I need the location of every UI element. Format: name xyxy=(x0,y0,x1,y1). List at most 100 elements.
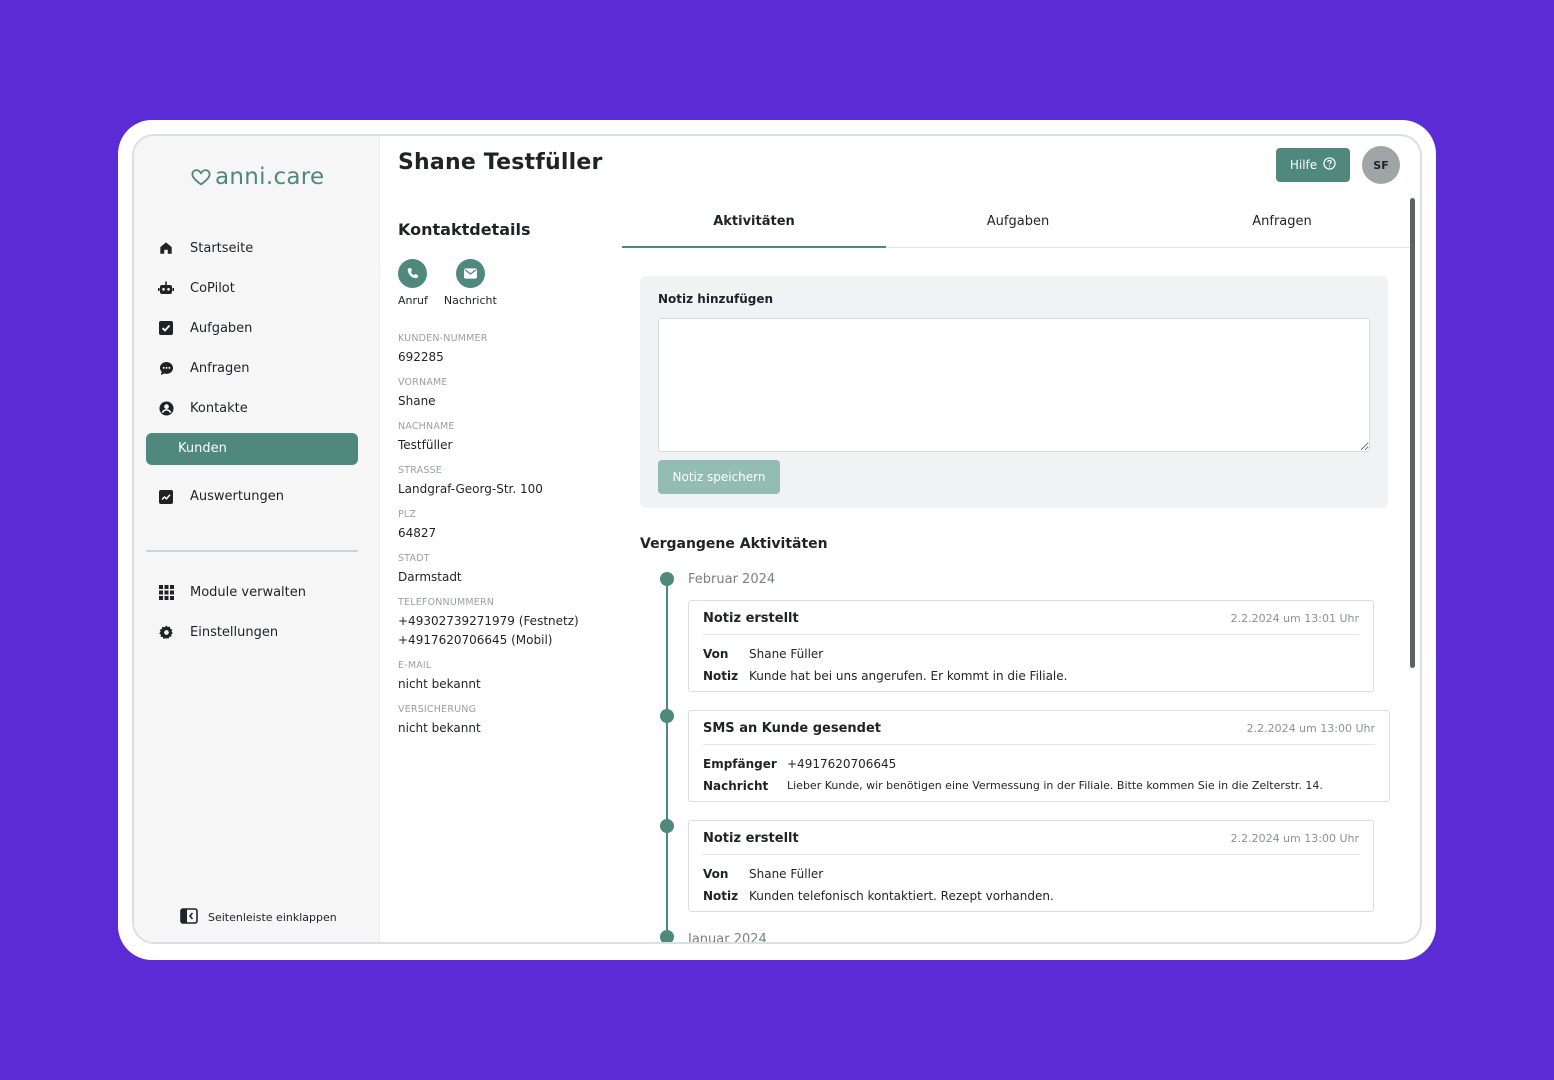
main-content: Shane Testfüller Hilfe SF Kontaktdetails… xyxy=(380,136,1420,942)
activity-row: Von Shane Füller xyxy=(703,643,1359,665)
activity-details: Von Shane Füller Notiz Kunden telefonisch … xyxy=(703,855,1359,907)
activity-key: Von xyxy=(703,647,729,661)
activity-header: SMS an Kunde gesendet 2.2.2024 um 13:00 … xyxy=(703,719,1375,745)
help-button[interactable]: Hilfe xyxy=(1276,148,1350,182)
sidebar-item-copilot[interactable]: CoPilot xyxy=(146,272,358,304)
activity-key: Nachricht xyxy=(703,779,769,793)
sidebar-item-einstellungen[interactable]: Einstellungen xyxy=(146,616,358,648)
field-value: nicht bekannt xyxy=(398,677,481,691)
past-activities-heading: Vergangene Aktivitäten xyxy=(640,536,828,552)
sidebar-secondary-nav: Module verwalten Einstellungen xyxy=(146,576,358,656)
field-label: KUNDEN-NUMMER xyxy=(398,333,488,344)
activity-value: Shane Füller xyxy=(749,647,824,661)
phone-icon xyxy=(398,259,428,288)
activity-key: Notiz xyxy=(703,669,739,683)
field-label: VORNAME xyxy=(398,377,448,388)
field-label: TELEFONNUMMERN xyxy=(398,597,495,608)
activity-row: Notiz Kunde hat bei uns angerufen. Er kom… xyxy=(703,665,1359,687)
field-value: nicht bekannt xyxy=(398,721,481,735)
field-value: 64827 xyxy=(398,526,437,540)
sidebar-item-label: Anfragen xyxy=(190,361,250,377)
activity-row: Nachricht Lieber Kunde, wir benötigen ein… xyxy=(703,775,1375,797)
field-email: E-MAIL nicht bekannt xyxy=(398,660,618,694)
logo-text: anni.care xyxy=(215,164,325,190)
sidebar-item-startseite[interactable]: Startseite xyxy=(146,232,358,264)
tab-anfragen[interactable]: Anfragen xyxy=(1150,204,1414,247)
field-label: VERSICHERUNG xyxy=(398,704,477,715)
page-title: Shane Testfüller xyxy=(398,150,603,175)
activity-row: Notiz Kunden telefonisch kontaktiert. Rez… xyxy=(703,885,1359,907)
activity-key: Empfänger xyxy=(703,757,777,771)
sidebar-item-label: Kunden xyxy=(178,441,227,457)
field-street: STRAßE Landgraf-Georg-Str. 100 xyxy=(398,465,618,499)
note-textarea[interactable] xyxy=(658,318,1370,452)
device-frame: anni.care Startseite CoPilot Aufgaben An… xyxy=(118,120,1436,960)
robot-icon xyxy=(158,280,174,296)
sidebar-item-aufgaben[interactable]: Aufgaben xyxy=(146,312,358,344)
timeline-line xyxy=(666,578,668,942)
collapse-label: Seitenleiste einklappen xyxy=(208,911,337,924)
help-label: Hilfe xyxy=(1289,158,1318,172)
activity-title: Notiz erstellt xyxy=(703,831,799,846)
sidebar-item-module-verwalten[interactable]: Module verwalten xyxy=(146,576,358,608)
field-value: Shane xyxy=(398,394,436,408)
question-circle-icon xyxy=(1323,157,1336,173)
message-label: Nachricht xyxy=(443,294,497,307)
sidebar-item-label: CoPilot xyxy=(190,280,235,296)
timeline-month: Februar 2024 xyxy=(688,572,776,587)
activity-row: Von Shane Füller xyxy=(703,863,1359,885)
activity-card: SMS an Kunde gesendet 2.2.2024 um 13:00 … xyxy=(688,710,1390,802)
activity-time: 2.2.2024 um 13:01 Uhr xyxy=(1230,612,1359,625)
field-label: STADT xyxy=(398,553,430,564)
activity-time: 2.2.2024 um 13:00 Uhr xyxy=(1246,722,1375,735)
checkbox-icon xyxy=(158,320,174,336)
timeline-dot xyxy=(660,819,674,833)
activity-value: +4917620706645 xyxy=(787,757,897,771)
activity-value: Shane Füller xyxy=(749,867,824,881)
tab-aktivitaeten[interactable]: Aktivitäten xyxy=(622,204,886,248)
field-label: PLZ xyxy=(398,509,417,520)
field-value: 692285 xyxy=(398,350,444,364)
sidebar-item-auswertungen[interactable]: Auswertungen xyxy=(146,481,358,513)
field-label: NACHNAME xyxy=(398,421,455,432)
activity-card: Notiz erstellt 2.2.2024 um 13:01 Uhr Von… xyxy=(688,600,1374,692)
chart-icon xyxy=(158,489,174,505)
timeline-dot xyxy=(660,930,674,942)
field-value: Landgraf-Georg-Str. 100 xyxy=(398,482,543,496)
sidebar-item-label: Einstellungen xyxy=(190,624,279,640)
note-label: Notiz hinzufügen xyxy=(658,292,774,306)
collapse-sidebar-button[interactable]: Seitenleiste einklappen xyxy=(180,908,337,927)
field-value: Testfüller xyxy=(398,438,453,452)
sidebar-item-kunden[interactable]: Kunden xyxy=(146,432,358,465)
contact-details: Kontaktdetails Anruf Nachricht KUNDEN-NU… xyxy=(398,220,618,748)
heart-logo-icon xyxy=(191,169,211,186)
sidebar-item-label: Startseite xyxy=(190,240,254,256)
activity-time: 2.2.2024 um 13:00 Uhr xyxy=(1230,832,1359,845)
timeline-month: Januar 2024 xyxy=(688,932,767,944)
sidebar-item-anfragen[interactable]: Anfragen xyxy=(146,353,358,385)
add-note-card: Notiz hinzufügen Notiz speichern xyxy=(640,276,1388,508)
activity-title: Notiz erstellt xyxy=(703,611,799,626)
activity-key: Von xyxy=(703,867,729,881)
chat-icon xyxy=(158,361,174,377)
sidebar-item-kontakte[interactable]: Kontakte xyxy=(146,393,358,425)
tab-aufgaben[interactable]: Aufgaben xyxy=(886,204,1150,247)
activity-details: Von Shane Füller Notiz Kunde hat bei uns a… xyxy=(703,635,1359,687)
user-circle-icon xyxy=(158,401,174,417)
contact-heading: Kontaktdetails xyxy=(398,220,531,239)
home-icon xyxy=(158,240,174,256)
call-button[interactable]: Anruf xyxy=(398,259,428,307)
save-note-button[interactable]: Notiz speichern xyxy=(658,460,780,494)
avatar[interactable]: SF xyxy=(1362,146,1400,184)
call-label: Anruf xyxy=(398,294,428,307)
activity-title: SMS an Kunde gesendet xyxy=(703,721,882,736)
scrollbar[interactable] xyxy=(1410,198,1415,668)
message-button[interactable]: Nachricht xyxy=(444,259,497,307)
sidebar-item-label: Module verwalten xyxy=(190,584,306,600)
timeline-dot xyxy=(660,572,674,586)
activity-value: Kunde hat bei uns angerufen. Er kommt in… xyxy=(749,669,1068,683)
app-window: anni.care Startseite CoPilot Aufgaben An… xyxy=(132,134,1422,944)
timeline-dot xyxy=(660,709,674,723)
logo[interactable]: anni.care xyxy=(190,164,325,190)
sidebar-divider xyxy=(146,550,358,552)
